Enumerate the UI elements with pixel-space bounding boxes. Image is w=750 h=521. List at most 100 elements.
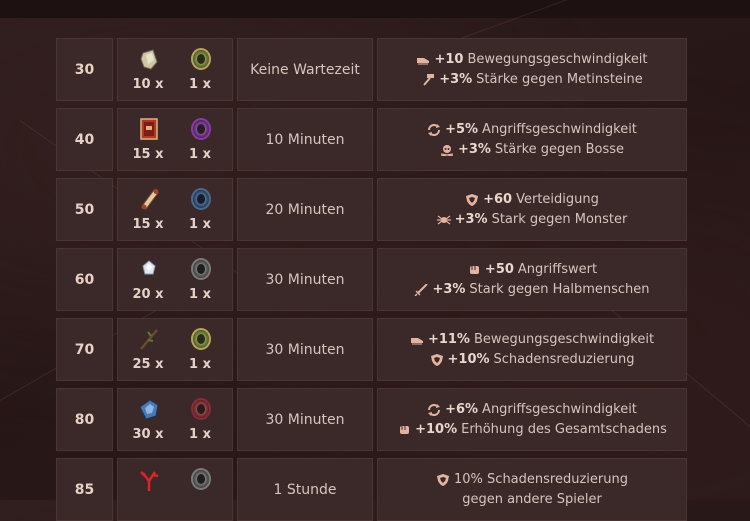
level-value: 30 (74, 61, 95, 78)
bonus-line: +5% Angriffsgeschwindigkeit (427, 120, 637, 140)
level-cell: 60 (56, 248, 113, 311)
bonus-line: +3% Stark gegen Halbmenschen (414, 280, 650, 300)
purple-ring-icon (190, 117, 212, 141)
bonus-text: 10% Schadensreduzierung (454, 472, 628, 487)
required-item-1[interactable]: 30 x (128, 397, 168, 447)
branch-icon (138, 327, 160, 351)
bonus-value: +3% (457, 142, 491, 157)
bonus-text: Stark gegen Halbmenschen (469, 282, 650, 297)
bonus-value: +6% (445, 402, 479, 417)
table-row: 80 30 x 1 x 30 Minuten +6% Angriffsgeschwindi… (56, 388, 687, 451)
item-count: 1 x (189, 147, 211, 162)
bonus-cell: +10 Bewegungsgeschwindigkeit +3% Stärke geg… (377, 38, 687, 101)
items-cell (117, 458, 233, 521)
items-cell: 10 x 1 x (117, 38, 233, 101)
time-cell: 1 Stunde (237, 458, 373, 521)
bonus-value: +10% (415, 422, 458, 437)
items-cell: 20 x 1 x (117, 248, 233, 311)
time-cell: 30 Minuten (237, 318, 373, 381)
required-item-2[interactable]: 1 x (180, 187, 220, 237)
item-count: 1 x (189, 217, 211, 232)
bonus-value: +3% (439, 72, 473, 87)
time-cell: 30 Minuten (237, 248, 373, 311)
bonus-text: Angriffsgeschwindigkeit (482, 122, 637, 137)
level-value: 70 (74, 341, 95, 358)
required-item-1[interactable]: 10 x (128, 47, 168, 97)
bonus-cell: +11% Bewegungsgeschwindigkeit +10% Schadens… (377, 318, 687, 381)
item-count: 1 x (189, 77, 211, 92)
level-value: 85 (74, 481, 95, 498)
blue-ring-icon (190, 187, 212, 211)
time-cell: Keine Wartezeit (237, 38, 373, 101)
required-item-1[interactable] (128, 467, 168, 517)
item-count: 30 x (132, 427, 164, 442)
red-book-icon (138, 117, 160, 141)
required-item-2[interactable] (180, 467, 220, 517)
item-count: 1 x (189, 287, 211, 302)
level-cell: 40 (56, 108, 113, 171)
bonus-value: +3% (454, 212, 488, 227)
time-cell: 30 Minuten (237, 388, 373, 451)
bonus-value: +10% (447, 352, 490, 367)
bonus-text: Angriffsgeschwindigkeit (482, 402, 637, 417)
bonus-line: 10% Schadensreduzierung (436, 470, 628, 490)
bonus-value: +5% (445, 122, 479, 137)
required-item-2[interactable]: 1 x (180, 397, 220, 447)
required-item-2[interactable]: 1 x (180, 257, 220, 307)
bonus-line: +3% Stärke gegen Metinsteine (421, 70, 643, 90)
bonus-line: +6% Angriffsgeschwindigkeit (427, 400, 637, 420)
table-row: 40 15 x 1 x 10 Minuten +5% Angriffsgeschwindi… (56, 108, 687, 171)
bonus-cell: +6% Angriffsgeschwindigkeit +10% Erhöhung d… (377, 388, 687, 451)
bonus-text: Bewegungsgeschwindigkeit (473, 332, 655, 347)
item-count: 15 x (132, 147, 164, 162)
time-cell: 20 Minuten (237, 178, 373, 241)
items-cell: 30 x 1 x (117, 388, 233, 451)
level-cell: 85 (56, 458, 113, 521)
level-value: 40 (74, 131, 95, 148)
bonus-value: +60 (483, 192, 513, 207)
items-cell: 15 x 1 x (117, 178, 233, 241)
required-item-2[interactable]: 1 x (180, 117, 220, 167)
blue-ore-icon (138, 397, 160, 421)
required-item-1[interactable]: 15 x (128, 187, 168, 237)
bonus-text: Stark gegen Monster (491, 212, 628, 227)
required-item-1[interactable]: 25 x (128, 327, 168, 377)
time-cell: 10 Minuten (237, 108, 373, 171)
bonus-text: Erhöhung des Gesamtschadens (461, 422, 667, 437)
bonus-cell: +50 Angriffswert +3% Stark gegen Halbmensch… (377, 248, 687, 311)
shield-icon (465, 193, 479, 206)
item-count: 1 x (189, 357, 211, 372)
level-value: 50 (74, 201, 95, 218)
bonus-value: +50 (484, 262, 514, 277)
stone-sack-icon (138, 47, 160, 71)
bonus-line: +50 Angriffswert (467, 260, 597, 280)
grey-ring-icon (190, 257, 212, 281)
bonus-text: Stärke gegen Bosse (494, 142, 625, 157)
arrows-cycle-icon (427, 403, 441, 416)
boots-icon (416, 54, 430, 66)
bonus-line: +3% Stärke gegen Bosse (440, 140, 624, 160)
hammer-icon (421, 73, 435, 86)
table-row: 70 25 x 1 x 30 Minuten +11% Bewegungsgeschwin… (56, 318, 687, 381)
table-row: 30 10 x 1 x Keine Wartezeit +10 Bewegungsgesc… (56, 38, 687, 101)
bonus-value: +10 (434, 52, 464, 67)
level-cell: 80 (56, 388, 113, 451)
required-item-1[interactable]: 15 x (128, 117, 168, 167)
crystal-icon (138, 257, 160, 281)
bonus-text: Bewegungsgeschwindigkeit (467, 52, 648, 67)
item-count: 25 x (132, 357, 164, 372)
bonus-text: Schadensreduzierung (493, 352, 635, 367)
required-item-1[interactable]: 20 x (128, 257, 168, 307)
bonus-text: Stärke gegen Metinsteine (476, 72, 643, 87)
item-count: 15 x (132, 217, 164, 232)
boots-icon (410, 334, 424, 346)
item-count: 1 x (189, 427, 211, 442)
bonus-line: +10% Schadensreduzierung (430, 350, 635, 370)
wait-time: 30 Minuten (265, 271, 345, 288)
bonus-value: +3% (432, 282, 466, 297)
table-row: 50 15 x1 x 20 Minuten +60 Verteidigung +3% Sta… (56, 178, 687, 241)
required-item-2[interactable]: 1 x (180, 47, 220, 97)
required-item-2[interactable]: 1 x (180, 327, 220, 377)
level-cell: 70 (56, 318, 113, 381)
skull-icon (440, 144, 454, 157)
